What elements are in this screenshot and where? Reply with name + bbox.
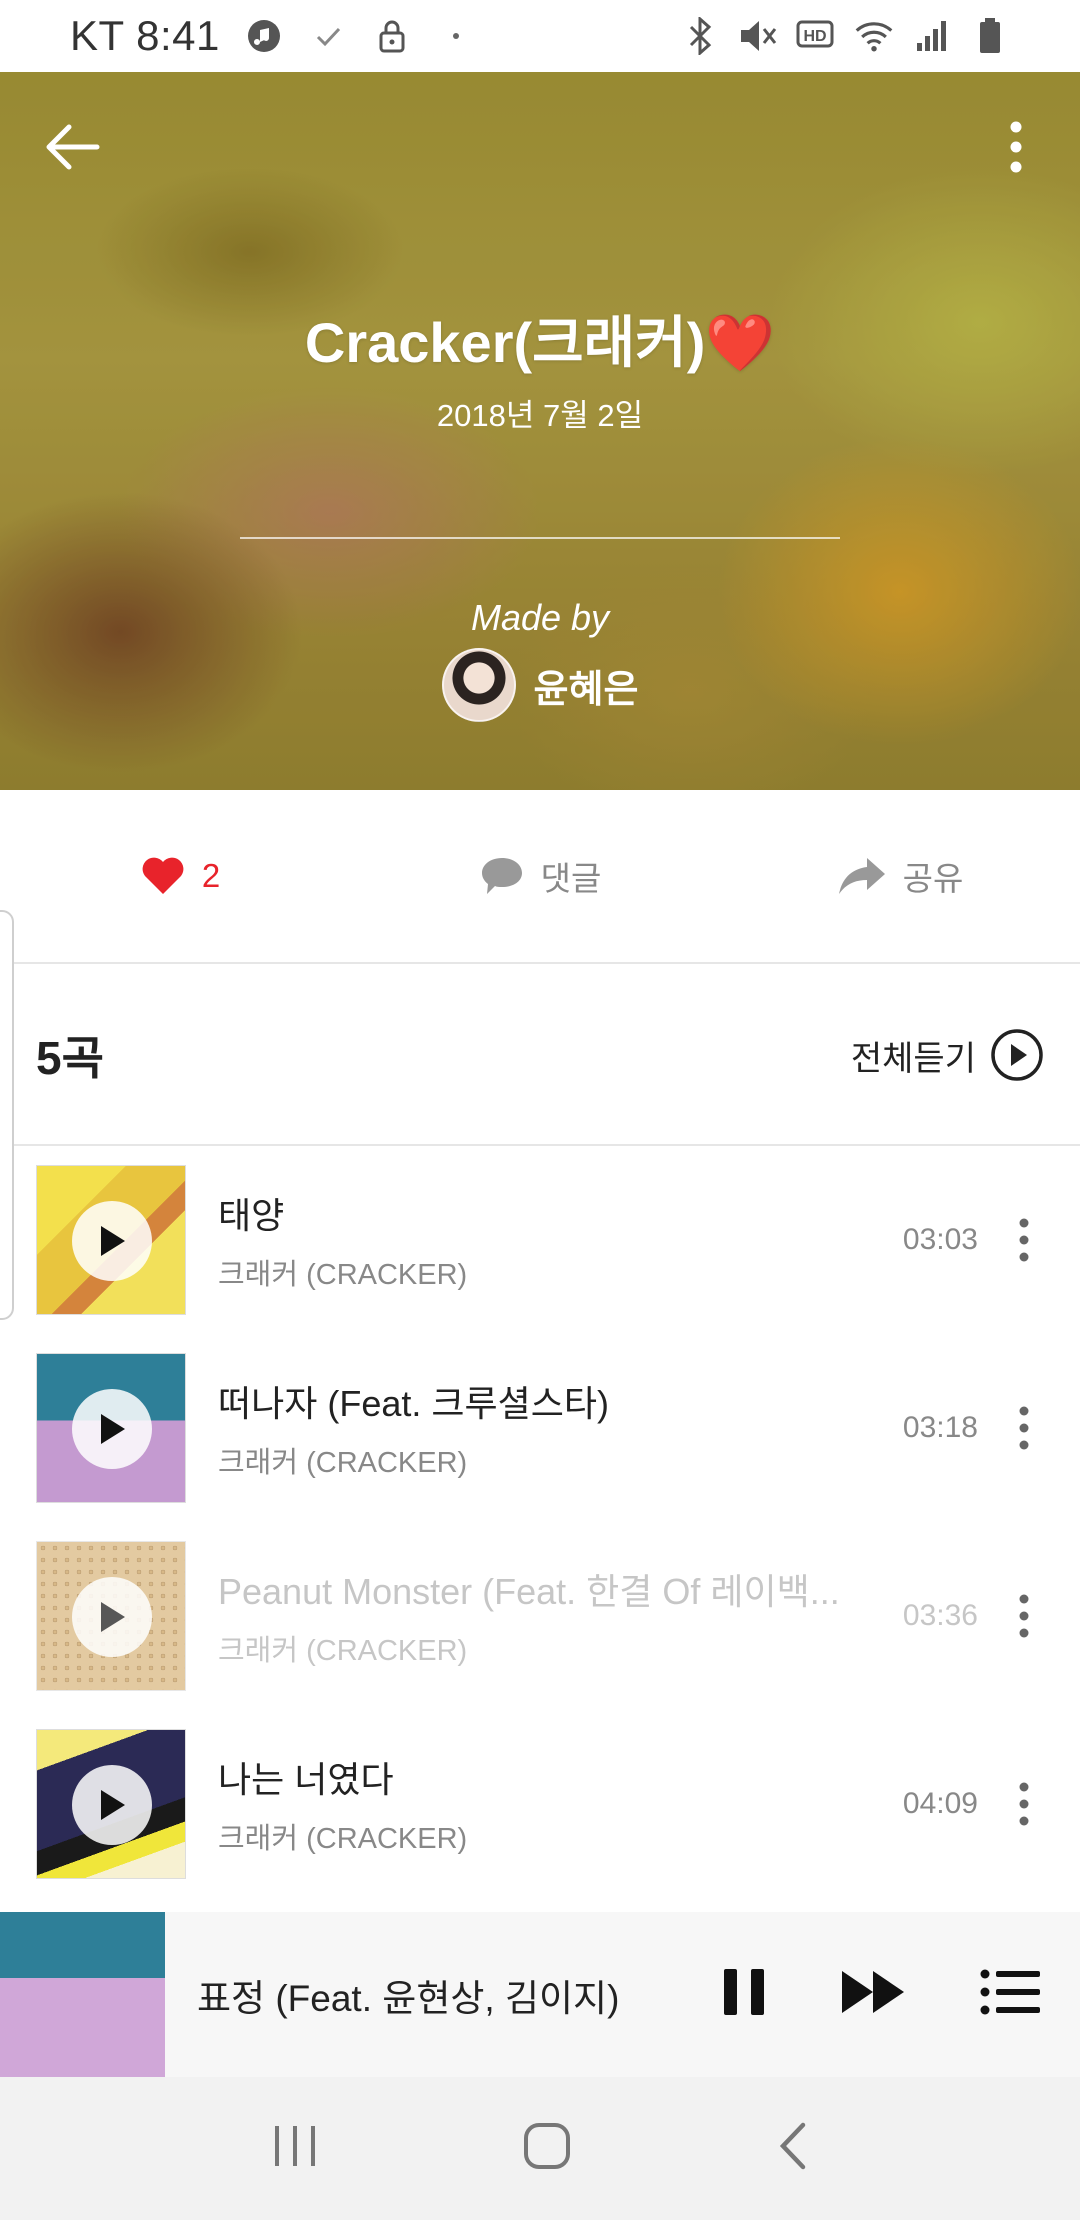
track-artist: 크래커 (CRACKER) bbox=[218, 1635, 468, 1667]
track-more-button[interactable] bbox=[1004, 1764, 1044, 1844]
heart-icon bbox=[142, 857, 184, 894]
made-by-label: Made by bbox=[470, 597, 610, 638]
home-icon bbox=[523, 2123, 570, 2169]
author[interactable]: 윤혜은 bbox=[0, 648, 1080, 722]
track-duration: 03:36 bbox=[902, 1599, 978, 1632]
battery-icon bbox=[970, 16, 1010, 56]
mini-player[interactable]: 표정 (Feat. 윤현상, 김이지) bbox=[0, 1912, 1080, 2077]
more-vertical-icon bbox=[1010, 121, 1022, 173]
album-art bbox=[36, 1165, 186, 1315]
wifi-icon bbox=[854, 16, 894, 56]
track-title: 태양 bbox=[218, 1195, 285, 1236]
play-icon bbox=[101, 1226, 125, 1256]
track-more-button[interactable] bbox=[1004, 1576, 1044, 1656]
divider bbox=[240, 537, 840, 539]
play-all-button[interactable]: 전체듣기 bbox=[851, 1028, 1044, 1082]
list-icon bbox=[980, 1969, 1040, 2015]
track-title: 떠나자 (Feat. 크루셜스타) bbox=[218, 1383, 609, 1424]
now-playing-title[interactable]: 표정 (Feat. 윤현상, 김이지) bbox=[197, 1968, 619, 2022]
play-icon bbox=[101, 1602, 125, 1632]
track-title: Peanut Monster (Feat. 한결 Of 레이백... bbox=[218, 1571, 840, 1612]
pause-button[interactable] bbox=[722, 1967, 766, 2022]
carrier-time: KT 8:41 bbox=[70, 12, 220, 59]
track-artist: 크래커 (CRACKER) bbox=[218, 1259, 468, 1291]
pause-icon bbox=[724, 1969, 764, 2015]
track-play-button[interactable] bbox=[72, 1201, 152, 1281]
more-vertical-icon bbox=[1019, 1218, 1029, 1262]
recent-apps-button[interactable] bbox=[271, 2122, 319, 2175]
more-vertical-icon bbox=[1019, 1406, 1029, 1450]
track-row[interactable]: 떠나자 (Feat. 크루셜스타) 크래커 (CRACKER) 03:18 bbox=[0, 1334, 1080, 1522]
track-play-button[interactable] bbox=[72, 1389, 152, 1469]
track-duration: 04:09 bbox=[902, 1787, 978, 1820]
svg-text:HD: HD bbox=[803, 28, 826, 45]
heart-emoji: ❤️ bbox=[705, 311, 776, 374]
recent-apps-icon bbox=[275, 2126, 316, 2166]
now-playing-album-art[interactable] bbox=[0, 1912, 165, 2077]
play-icon bbox=[101, 1790, 125, 1820]
avatar[interactable] bbox=[441, 648, 516, 722]
next-button[interactable] bbox=[840, 1968, 906, 2021]
play-all-label: 전체듣기 bbox=[850, 1039, 976, 1078]
track-duration: 03:18 bbox=[902, 1411, 978, 1444]
share-label: 공유 bbox=[902, 860, 964, 897]
track-more-button[interactable] bbox=[1004, 1388, 1044, 1468]
bluetooth-icon bbox=[680, 16, 720, 56]
back-nav-button[interactable] bbox=[775, 2121, 809, 2176]
dot-icon bbox=[436, 16, 476, 56]
playlist-title: Cracker(크래커)❤️ bbox=[0, 298, 1080, 379]
system-nav-bar bbox=[0, 2077, 1080, 2220]
comment-label: 댓글 bbox=[540, 860, 602, 897]
song-count-row: 5곡 전체듣기 bbox=[0, 966, 1080, 1146]
track-play-button[interactable] bbox=[72, 1765, 152, 1845]
lock-icon bbox=[372, 16, 412, 56]
author-name[interactable]: 윤혜은 bbox=[534, 658, 639, 713]
album-art bbox=[36, 1729, 186, 1879]
play-icon bbox=[101, 1414, 125, 1444]
track-artist: 크래커 (CRACKER) bbox=[218, 1823, 468, 1855]
music-app-icon bbox=[244, 16, 284, 56]
track-title: 나는 너였다 bbox=[218, 1759, 394, 1800]
share-icon bbox=[838, 858, 885, 894]
comment-icon bbox=[481, 858, 522, 894]
song-count: 5곡 bbox=[36, 1032, 104, 1084]
fast-forward-icon bbox=[842, 1971, 904, 2013]
status-bar: KT 8:41 HD bbox=[0, 0, 1080, 72]
track-row[interactable]: 나는 너였다 크래커 (CRACKER) 04:09 bbox=[0, 1710, 1080, 1898]
album-art bbox=[36, 1353, 186, 1503]
home-button[interactable] bbox=[522, 2121, 572, 2176]
like-count: 2 bbox=[201, 857, 221, 894]
track-duration: 03:03 bbox=[902, 1223, 978, 1256]
more-vertical-icon bbox=[1019, 1594, 1029, 1638]
mute-icon bbox=[738, 16, 778, 56]
track-more-button[interactable] bbox=[1004, 1200, 1044, 1280]
back-button[interactable] bbox=[38, 112, 108, 182]
playlist-header: Cracker(크래커)❤️ 2018년 7월 2일 Made by 윤혜은 bbox=[0, 72, 1080, 790]
arrow-left-icon bbox=[46, 124, 100, 170]
hd-icon: HD bbox=[796, 16, 836, 56]
more-vertical-icon bbox=[1019, 1782, 1029, 1826]
share-button[interactable]: 공유 bbox=[720, 852, 1080, 900]
like-button[interactable]: 2 bbox=[0, 856, 360, 896]
track-row[interactable]: 태양 크래커 (CRACKER) 03:03 bbox=[0, 1146, 1080, 1334]
track-play-button[interactable] bbox=[72, 1577, 152, 1657]
playlist-date: 2018년 7월 2일 bbox=[436, 398, 644, 433]
playlist-button[interactable] bbox=[980, 1968, 1042, 2021]
chevron-left-icon bbox=[779, 2122, 805, 2170]
playlist-title-text: Cracker(크래커) bbox=[304, 311, 706, 374]
track-artist: 크래커 (CRACKER) bbox=[218, 1447, 468, 1479]
more-options-button[interactable] bbox=[986, 112, 1046, 182]
album-art bbox=[36, 1541, 186, 1691]
check-icon bbox=[308, 16, 348, 56]
action-bar: 2 댓글 공유 bbox=[0, 790, 1080, 964]
comment-button[interactable]: 댓글 bbox=[360, 852, 720, 900]
track-row[interactable]: Peanut Monster (Feat. 한결 Of 레이백... 크래커 (… bbox=[0, 1522, 1080, 1710]
signal-icon bbox=[912, 16, 952, 56]
play-circle-icon bbox=[991, 1029, 1043, 1081]
